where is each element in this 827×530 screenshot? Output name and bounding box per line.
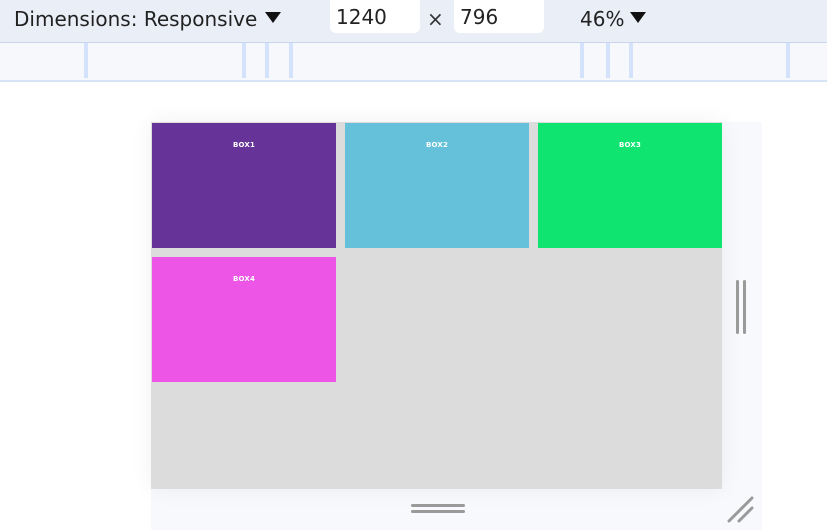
diagonal-resize-icon[interactable] <box>727 496 755 524</box>
triangle-down-icon <box>265 11 282 23</box>
triangle-down-icon <box>630 11 647 23</box>
dimensions-label: Dimensions: Responsive <box>14 7 258 31</box>
times-separator: × <box>427 7 444 31</box>
page-viewport: BOX1 BOX2 BOX3 BOX4 <box>151 122 722 489</box>
zoom-label: 46% <box>580 7 625 31</box>
box2: BOX2 <box>345 123 529 248</box>
breakpoint-marker[interactable] <box>786 43 790 78</box>
device-toolbar: Dimensions: Responsive × 46% <box>0 0 827 43</box>
zoom-dropdown[interactable]: 46% <box>580 4 647 34</box>
breakpoint-marker[interactable] <box>606 43 610 78</box>
breakpoint-marker[interactable] <box>289 43 293 78</box>
box4-label: BOX4 <box>232 275 256 283</box>
vertical-grip-icon[interactable] <box>736 280 747 334</box>
dimensions-dropdown[interactable]: Dimensions: Responsive <box>14 4 282 34</box>
width-input[interactable] <box>330 0 420 33</box>
breakpoint-marker[interactable] <box>242 43 246 78</box>
media-query-bar <box>0 43 827 82</box>
device-viewport-frame: BOX1 BOX2 BOX3 BOX4 <box>151 122 762 530</box>
breakpoint-marker[interactable] <box>265 43 269 78</box>
breakpoint-marker[interactable] <box>84 43 88 78</box>
box1-label: BOX1 <box>232 141 256 149</box>
breakpoint-marker[interactable] <box>580 43 584 78</box>
box2-label: BOX2 <box>425 141 449 149</box>
horizontal-grip-icon[interactable] <box>411 504 465 515</box>
box1: BOX1 <box>152 123 336 248</box>
box4: BOX4 <box>152 257 336 382</box>
box3-label: BOX3 <box>618 141 642 149</box>
breakpoint-marker[interactable] <box>629 43 633 78</box>
box3: BOX3 <box>538 123 722 248</box>
height-input[interactable] <box>454 0 544 33</box>
